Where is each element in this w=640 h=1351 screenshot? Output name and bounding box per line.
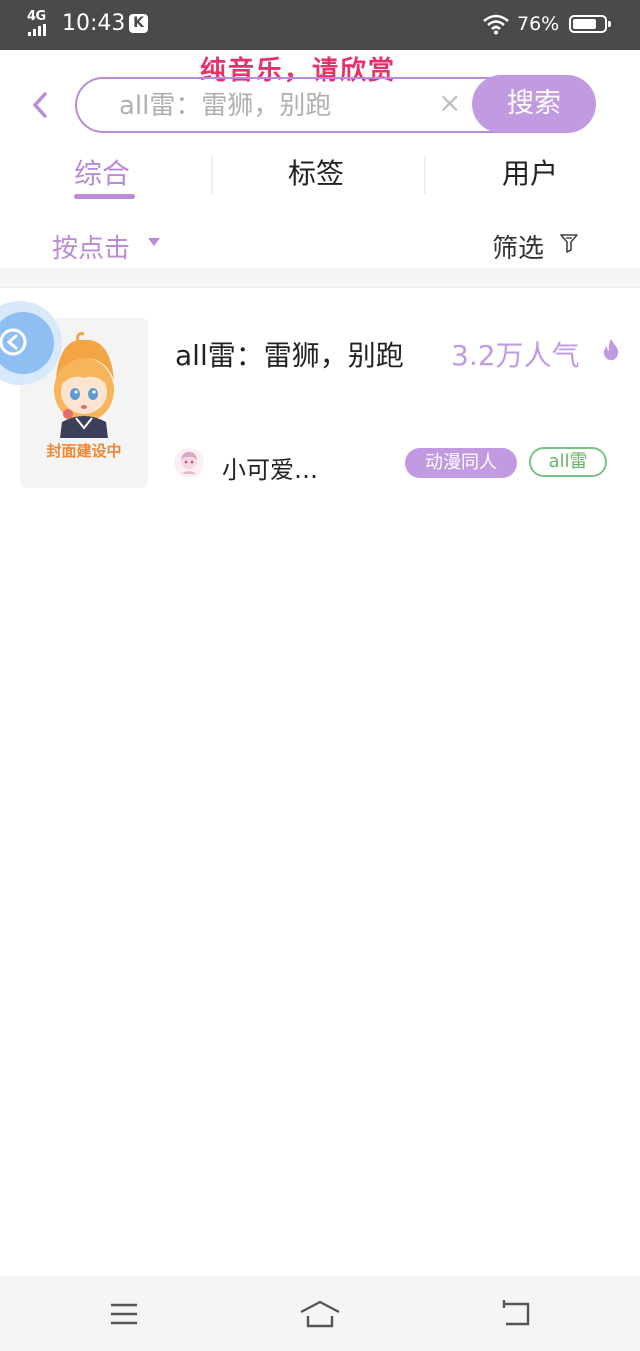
network-type: 4G xyxy=(27,9,46,24)
home-icon[interactable] xyxy=(298,1298,342,1330)
filter-button[interactable]: 筛选 xyxy=(492,228,544,265)
app-notification-icon: K xyxy=(129,14,148,33)
chevron-left-icon xyxy=(33,92,47,118)
tab-overview[interactable]: 综合 xyxy=(74,152,130,192)
sort-dropdown[interactable]: 按点击 xyxy=(52,228,130,265)
back-button[interactable] xyxy=(28,88,52,122)
clear-icon[interactable]: × xyxy=(438,86,461,119)
tag-badge[interactable]: all雷 xyxy=(529,447,607,477)
tab-divider xyxy=(424,156,426,194)
filter-icon[interactable] xyxy=(560,233,578,253)
popularity-count: 3.2万人气 xyxy=(451,339,580,372)
avatar-illustration xyxy=(181,452,197,474)
tab-tags[interactable]: 标签 xyxy=(288,152,344,192)
system-navigation-bar xyxy=(0,1276,640,1351)
tab-divider xyxy=(211,156,213,194)
cover-caption: 封面建设中 xyxy=(46,442,122,460)
status-bar: 4G 10:43 K 76% xyxy=(0,0,640,50)
signal-icon xyxy=(28,24,50,36)
battery-percent: 76% xyxy=(517,13,560,35)
tag-badge[interactable]: 动漫同人 xyxy=(405,448,517,478)
search-button[interactable]: 搜索 xyxy=(472,75,596,133)
result-tabs: 综合 标签 用户 xyxy=(0,148,640,208)
tab-active-indicator xyxy=(74,194,135,199)
author-avatar[interactable] xyxy=(174,448,204,478)
caret-down-icon[interactable] xyxy=(148,238,160,246)
search-input[interactable] xyxy=(119,91,419,121)
fire-icon xyxy=(603,339,619,361)
menu-icon[interactable] xyxy=(108,1298,140,1330)
result-title[interactable]: all雷：雷狮，别跑 xyxy=(175,334,404,374)
section-divider xyxy=(0,268,640,288)
close-icon xyxy=(0,328,27,356)
wifi-icon xyxy=(483,14,509,35)
author-name[interactable]: 小可爱… xyxy=(222,450,318,485)
tab-users[interactable]: 用户 xyxy=(502,152,558,192)
back-icon[interactable] xyxy=(498,1298,532,1330)
status-time: 10:43 xyxy=(62,11,126,36)
battery-icon xyxy=(569,15,611,33)
